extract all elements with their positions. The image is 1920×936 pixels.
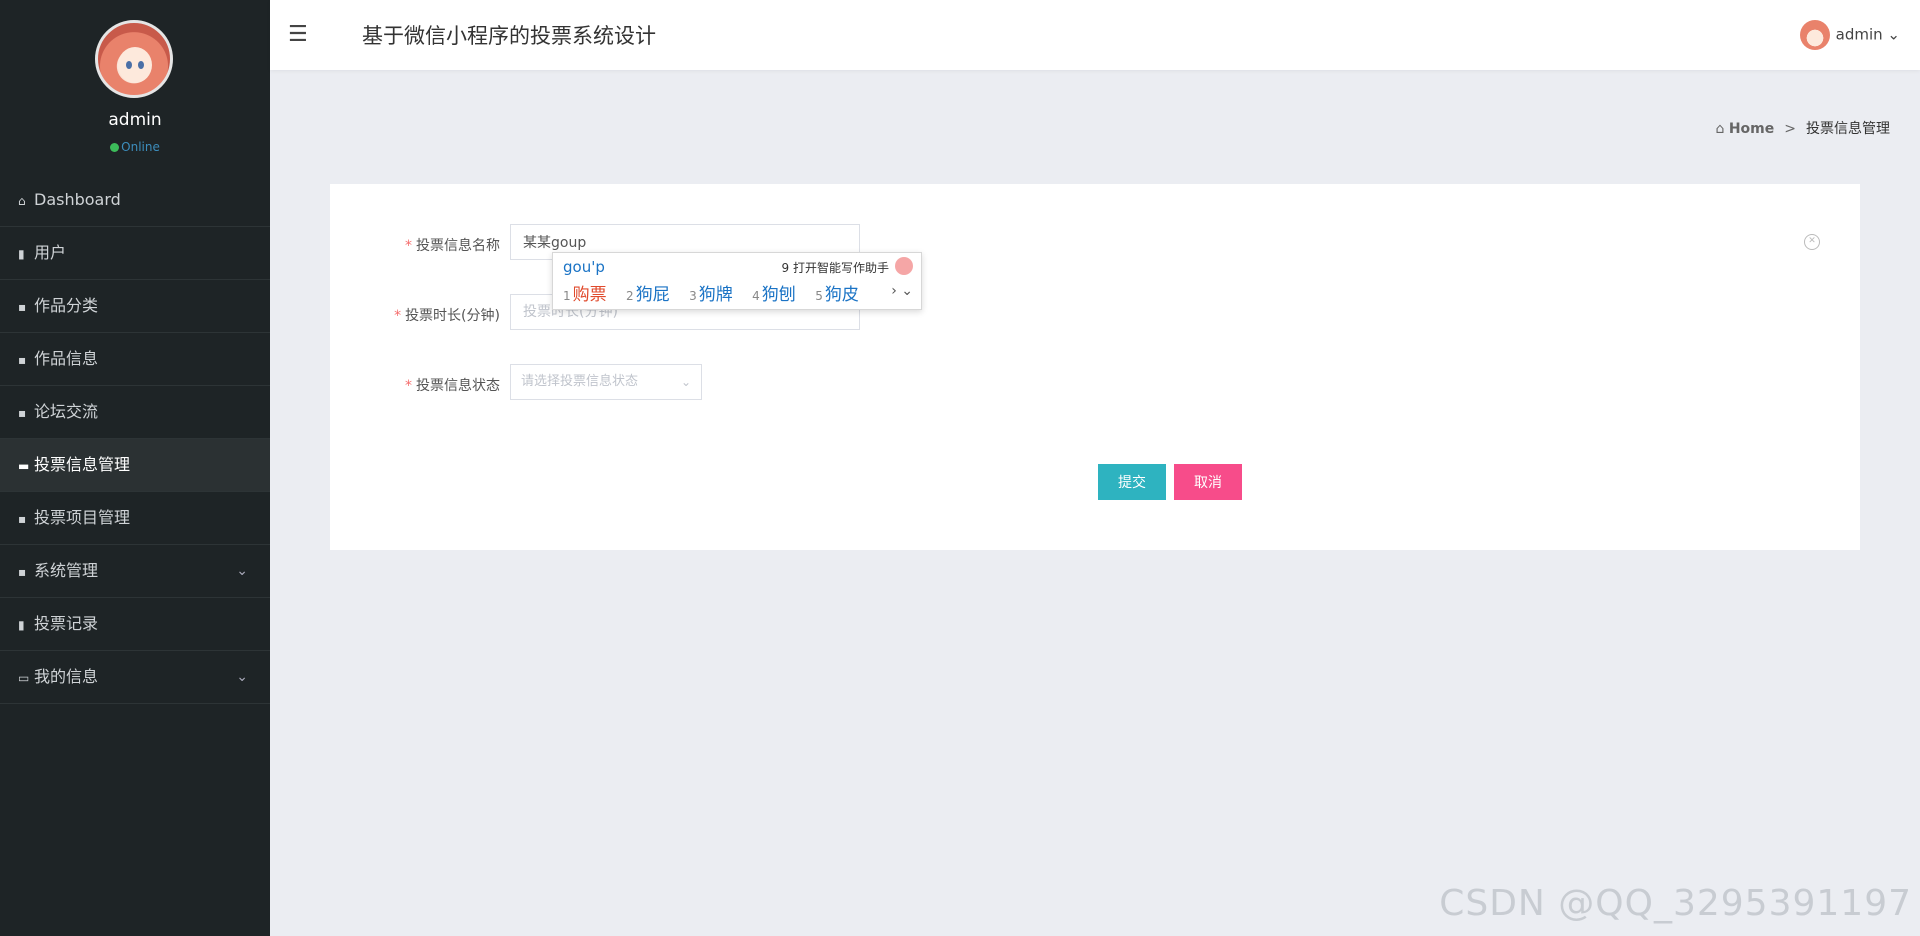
chevron-down-icon: ⌄	[236, 563, 248, 579]
ime-candidate[interactable]: 2 狗屁	[626, 285, 670, 305]
required-mark: *	[394, 308, 402, 324]
candidate-number: 3	[689, 289, 697, 303]
sidebar-item-my-info[interactable]: ▭ 我的信息 ⌄	[0, 651, 270, 704]
sidebar-item-label: 投票项目管理	[34, 508, 131, 527]
avatar-eye	[126, 61, 132, 69]
submit-button[interactable]: 提交	[1098, 464, 1166, 500]
required-mark: *	[405, 238, 412, 254]
candidate-text: 狗皮	[824, 285, 859, 305]
sidebar-item-label: 系统管理	[34, 561, 99, 580]
form-card: ✕ *投票信息名称 *投票时长(分钟) *投票信息状态 请选择投票信息状态 ⌄ …	[330, 184, 1860, 550]
duration-label: * 投票时长(分钟)	[330, 305, 500, 325]
watermark: CSDN @QQ_3295391197	[1439, 883, 1912, 924]
sidebar-item-work-info[interactable]: ▪ 作品信息	[0, 333, 270, 386]
candidate-text: 狗屁	[635, 285, 670, 305]
name-label: * 投票信息名称	[330, 235, 500, 255]
candidate-number: 4	[752, 289, 760, 303]
sidebar-item-label: 作品信息	[34, 349, 99, 368]
vote-status-select[interactable]: 请选择投票信息状态 ⌄	[510, 364, 702, 400]
assistant-icon[interactable]	[895, 257, 913, 275]
ime-next-page-icon[interactable]: › ⌄	[891, 283, 913, 299]
grid-icon: ▪	[18, 406, 27, 420]
grid-icon: ▪	[18, 300, 27, 314]
sidebar-item-vote-project[interactable]: ▪ 投票项目管理	[0, 492, 270, 545]
chevron-down-icon: ⌄	[1887, 25, 1900, 44]
cancel-button[interactable]: 取消	[1174, 464, 1242, 500]
grid-icon: ▪	[18, 565, 27, 579]
ime-composition: gou'p	[563, 258, 605, 276]
required-mark: *	[405, 378, 412, 394]
avatar-face	[118, 47, 152, 83]
sidebar-item-users[interactable]: ▮ 用户	[0, 227, 270, 280]
candidate-number: 1	[563, 289, 571, 303]
breadcrumb-home[interactable]: Home	[1729, 121, 1774, 137]
profile-status: Online	[0, 140, 270, 154]
menu-toggle-icon[interactable]: ☰	[288, 22, 308, 47]
ime-candidates: 1 购票 2 狗屁 3 狗牌 4 狗刨 5 狗皮	[563, 280, 873, 305]
candidate-text: 狗刨	[761, 285, 796, 305]
chevron-down-icon: ⌄	[236, 669, 248, 685]
ime-candidate[interactable]: 5 狗皮	[815, 285, 859, 305]
sidebar-item-forum[interactable]: ▪ 论坛交流	[0, 386, 270, 439]
home-icon: ⌂	[18, 194, 26, 208]
candidate-number: 5	[815, 289, 823, 303]
label-text: 投票信息状态	[416, 378, 500, 394]
user-icon: ▮	[18, 247, 25, 261]
close-icon[interactable]: ✕	[1804, 234, 1820, 250]
sidebar-item-dashboard[interactable]: ⌂ Dashboard	[0, 174, 270, 227]
ticket-icon: ▬	[18, 459, 30, 473]
breadcrumb-current: 投票信息管理	[1806, 121, 1890, 137]
profile-panel: admin Online	[0, 0, 270, 168]
sidebar: admin Online ⌂ Dashboard ▮ 用户 ▪ 作品分类 ▪ 作品信息 …	[0, 0, 270, 936]
avatar	[95, 20, 173, 98]
ime-candidate-popup: gou'p 9 打开智能写作助手 1 购票 2 狗屁 3 狗牌 4 狗刨 5 狗皮 › ⌄	[552, 252, 922, 310]
avatar-eye	[138, 61, 144, 69]
status-text: Online	[121, 140, 160, 154]
breadcrumb: ⌂ Home > 投票信息管理	[1716, 118, 1891, 138]
candidate-text: 狗牌	[698, 285, 733, 305]
sidebar-item-work-category[interactable]: ▪ 作品分类	[0, 280, 270, 333]
sidebar-item-vote-info[interactable]: ▬ 投票信息管理	[0, 439, 270, 492]
sidebar-item-label: 我的信息	[34, 667, 99, 686]
online-dot-icon	[110, 143, 120, 152]
home-icon: ⌂	[1715, 121, 1729, 137]
label-text: 投票时长(分钟)	[405, 308, 500, 324]
sidebar-item-label: Dashboard	[34, 190, 121, 209]
breadcrumb-separator: >	[1784, 121, 1796, 137]
label-text: 投票信息名称	[416, 238, 500, 254]
grid-icon: ▪	[18, 353, 27, 367]
sidebar-item-vote-record[interactable]: ▮ 投票记录	[0, 598, 270, 651]
candidate-text: 购票	[572, 285, 607, 305]
user-name: admin	[1835, 25, 1883, 44]
ime-candidate[interactable]: 3 狗牌	[689, 285, 733, 305]
app-title: 基于微信小程序的投票系统设计	[362, 24, 656, 48]
bar-chart-icon: ▮	[18, 618, 25, 632]
sidebar-item-label: 投票信息管理	[34, 455, 131, 474]
profile-name: admin	[108, 110, 162, 130]
user-menu[interactable]: admin ⌄	[1799, 20, 1900, 50]
ime-candidate[interactable]: 1 购票	[563, 285, 607, 305]
sidebar-item-label: 作品分类	[34, 296, 99, 315]
status-label: * 投票信息状态	[330, 375, 500, 395]
sidebar-item-system[interactable]: ▪ 系统管理 ⌄	[0, 545, 270, 598]
topbar: ☰ 基于微信小程序的投票系统设计 admin ⌄	[270, 0, 1920, 70]
chevron-down-icon: ⌄	[680, 375, 691, 389]
candidate-number: 2	[626, 289, 634, 303]
ime-candidate[interactable]: 4 狗刨	[752, 285, 796, 305]
sidebar-item-label: 投票记录	[34, 614, 99, 633]
sidebar-item-label: 论坛交流	[34, 402, 99, 421]
select-placeholder: 请选择投票信息状态	[521, 374, 639, 389]
ime-assist-link[interactable]: 9 打开智能写作助手	[782, 259, 889, 276]
id-card-icon: ▭	[18, 671, 30, 685]
sidebar-menu: ⌂ Dashboard ▮ 用户 ▪ 作品分类 ▪ 作品信息 ▪ 论坛交流 ▬ 投票信息管理…	[0, 174, 270, 704]
avatar	[1799, 20, 1830, 50]
sidebar-item-label: 用户	[34, 243, 67, 262]
grid-icon: ▪	[18, 512, 27, 526]
